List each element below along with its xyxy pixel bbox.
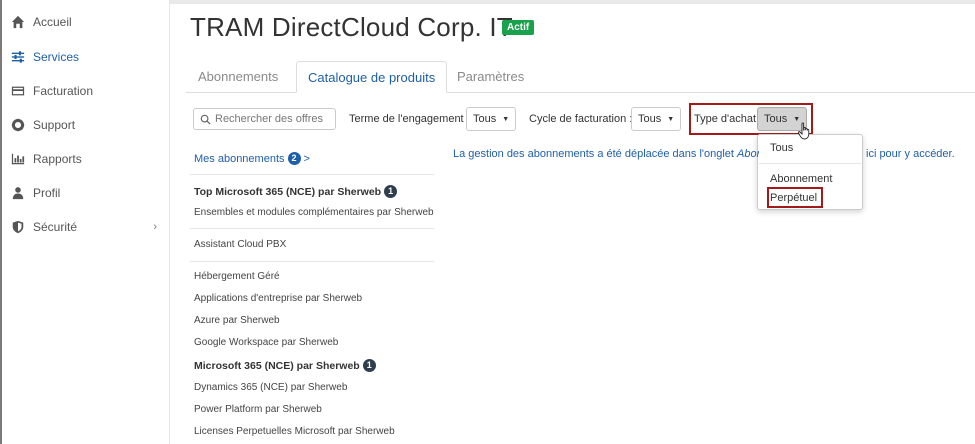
tab-parametres[interactable]: Paramètres (446, 61, 535, 93)
sidebar-item-securite[interactable]: Sécurité › (10, 214, 165, 240)
sidebar-item-label: Sécurité (33, 220, 78, 234)
shield-icon (10, 220, 26, 234)
search-box[interactable] (193, 108, 336, 130)
catalog-item[interactable]: Ensembles et modules complémentaires par… (194, 207, 434, 218)
sidebar-item-label: Profil (33, 186, 61, 200)
chevron-right-icon: › (153, 221, 157, 233)
catalog-item-label: Azure par Sherweb (194, 315, 280, 326)
info-message: La gestion des abonnements a été déplacé… (453, 148, 759, 160)
sidebar-item-facturation[interactable]: Facturation (10, 78, 165, 104)
purchase-type-label: Type d'achat: (694, 113, 760, 125)
catalog-item-label: Assistant Cloud PBX (194, 239, 287, 250)
catalog-count-badge: 1 (384, 185, 398, 198)
home-icon (10, 15, 26, 29)
catalog-count-badge: 1 (362, 359, 376, 372)
billing-value: Tous (638, 113, 662, 125)
sidebar: Accueil Services Facturation Support Rap… (0, 0, 170, 444)
hand-cursor-icon (797, 122, 810, 140)
catalog-item-label: Dynamics 365 (NCE) par Sherweb (194, 382, 348, 393)
sidebar-item-accueil[interactable]: Accueil (10, 9, 165, 35)
page-title: TRAM DirectCloud Corp. IT (190, 12, 513, 42)
catalog-item[interactable]: Microsoft 365 (NCE) par Sherweb 1 (194, 359, 379, 372)
divider (190, 228, 434, 229)
purchase-type-value: Tous (764, 113, 788, 125)
catalog-item[interactable]: Top Microsoft 365 (NCE) par Sherweb 1 (194, 185, 400, 198)
user-icon (10, 186, 26, 200)
engagement-value: Tous (473, 113, 497, 125)
search-icon (200, 114, 211, 125)
engagement-dropdown[interactable]: Tous ▼ (466, 107, 517, 131)
sidebar-item-label: Rapports (33, 152, 82, 166)
arrow-right-icon: > (303, 152, 310, 165)
tab-catalogue-de-produits[interactable]: Catalogue de produits (296, 61, 448, 93)
sidebar-item-profil[interactable]: Profil (10, 180, 165, 206)
sliders-icon (10, 50, 26, 64)
catalog-item-label: Ensembles et modules complémentaires par… (194, 207, 434, 218)
sidebar-item-support[interactable]: Support (10, 112, 165, 138)
tab-bar: Abonnements Catalogue de produits Paramè… (186, 61, 975, 93)
catalog-item-label: Microsoft 365 (NCE) par Sherweb (194, 359, 360, 372)
purchase-type-menu: Tous Abonnement Perpétuel (757, 134, 863, 210)
divider (190, 261, 434, 262)
caret-down-icon: ▼ (502, 115, 510, 123)
sidebar-item-rapports[interactable]: Rapports (10, 146, 165, 172)
catalog-item[interactable]: Power Platform par Sherweb (194, 404, 322, 415)
catalog-item-label: Power Platform par Sherweb (194, 404, 322, 415)
search-input[interactable] (215, 113, 333, 125)
catalog-item[interactable]: Google Workspace par Sherweb (194, 337, 338, 348)
sidebar-edge (0, 0, 2, 444)
sidebar-item-label: Support (33, 118, 76, 132)
menu-divider (759, 163, 861, 164)
catalog-item-label: Hébergement Géré (194, 271, 280, 282)
sidebar-item-label: Facturation (33, 84, 94, 98)
credit-card-icon (10, 84, 26, 98)
info-message-text: La gestion des abonnements a été déplacé… (453, 148, 738, 160)
menu-item-perpetuel[interactable]: Perpétuel (770, 192, 817, 204)
top-bar (170, 0, 975, 4)
catalog-item[interactable]: Assistant Cloud PBX (194, 239, 286, 250)
catalog-item[interactable]: Applications d'entreprise par Sherweb (194, 293, 362, 304)
lifebuoy-icon (10, 118, 26, 132)
billing-label: Cycle de facturation : (529, 113, 633, 125)
status-badge: Actif (502, 20, 535, 35)
menu-item-abonnement[interactable]: Abonnement (770, 173, 832, 185)
catalog-item[interactable]: Hébergement Géré (194, 271, 280, 282)
catalog-item-label: Google Workspace par Sherweb (194, 337, 339, 348)
info-message-tab-name: Abonnements (737, 148, 759, 160)
catalog-item-label: Licenses Perpetuelles Microsoft par Sher… (194, 426, 395, 437)
my-subscriptions-label: Mes abonnements (194, 152, 285, 165)
info-message-link[interactable]: ici pour y accéder. (866, 148, 955, 160)
catalog-item-label: Top Microsoft 365 (NCE) par Sherweb (194, 185, 382, 198)
my-subscriptions-link[interactable]: Mes abonnements 2 > (194, 152, 310, 165)
tab-abonnements[interactable]: Abonnements (187, 61, 289, 93)
catalog-item[interactable]: Licenses Perpetuelles Microsoft par Sher… (194, 426, 395, 437)
bar-chart-icon (10, 152, 26, 166)
divider (190, 174, 434, 175)
catalog-item[interactable]: Dynamics 365 (NCE) par Sherweb (194, 382, 347, 393)
sidebar-item-services[interactable]: Services (10, 44, 165, 70)
billing-dropdown[interactable]: Tous ▼ (631, 107, 682, 131)
sidebar-item-label: Services (33, 50, 80, 64)
caret-down-icon: ▼ (667, 115, 675, 123)
engagement-label: Terme de l'engagement : (349, 113, 470, 125)
sidebar-item-label: Accueil (33, 15, 72, 29)
catalog-item[interactable]: Azure par Sherweb (194, 315, 280, 326)
subscriptions-count-badge: 2 (287, 152, 301, 165)
catalog-item-label: Applications d'entreprise par Sherweb (194, 293, 363, 304)
menu-item-tous[interactable]: Tous (770, 142, 793, 154)
